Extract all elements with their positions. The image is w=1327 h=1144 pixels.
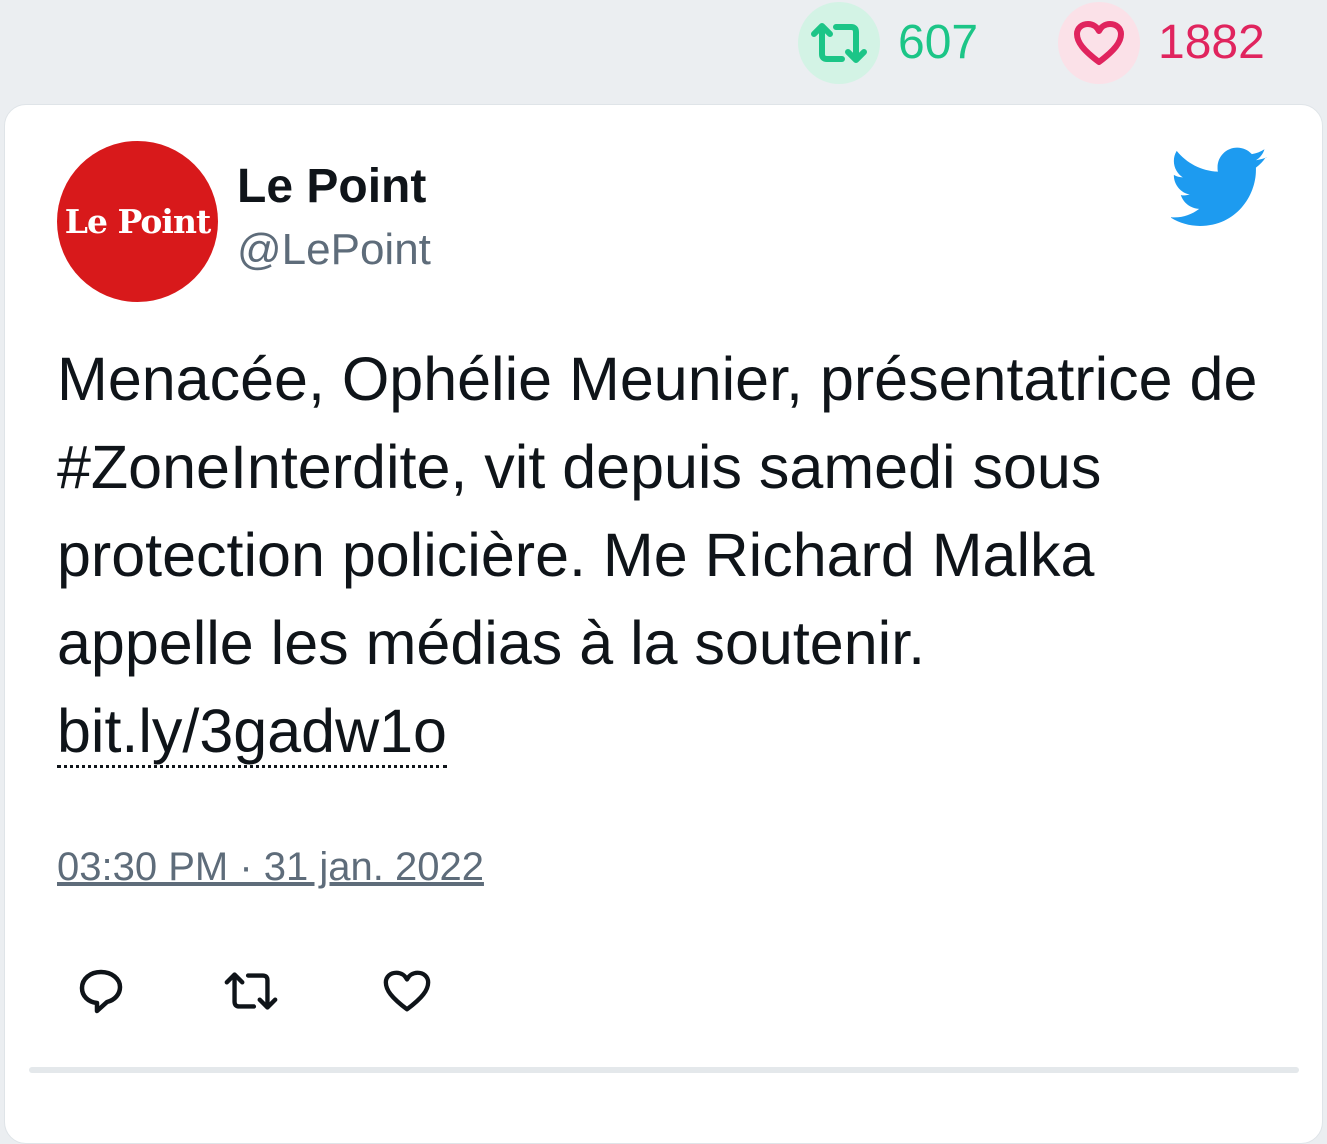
retweet-stat[interactable]: 607 [798, 2, 978, 84]
author-name[interactable]: Le Point [237, 163, 426, 211]
tweet-body: Menacée, Ophélie Meunier, présentatrice … [57, 345, 1258, 677]
like-count: 1882 [1158, 16, 1265, 69]
avatar-logo-text: Le Point [64, 202, 211, 241]
retweet-count: 607 [898, 16, 979, 69]
tweet-stats-bar: 607 1882 [0, 0, 1327, 100]
like-button[interactable] [377, 961, 437, 1021]
retweet-icon[interactable] [798, 2, 880, 84]
tweet-card: Le Point Le Point @LePoint Menacée, Ophé… [4, 104, 1323, 1144]
heart-icon [383, 970, 431, 1012]
retweet-button[interactable] [221, 961, 281, 1021]
retweet-icon [224, 972, 278, 1010]
divider [29, 1067, 1299, 1073]
author-handle[interactable]: @LePoint [237, 228, 431, 272]
reply-button[interactable] [71, 961, 131, 1021]
tweet-link[interactable]: bit.ly/3gadw1o [57, 697, 447, 768]
twitter-bird-icon[interactable] [1171, 147, 1269, 229]
heart-icon[interactable] [1058, 2, 1140, 84]
like-stat[interactable]: 1882 [1058, 2, 1265, 84]
tweet-timestamp[interactable]: 03:30 PM · 31 jan. 2022 [57, 847, 484, 887]
tweet-text: Menacée, Ophélie Meunier, présentatrice … [57, 335, 1277, 775]
reply-icon [79, 969, 123, 1014]
avatar[interactable]: Le Point [57, 141, 218, 302]
